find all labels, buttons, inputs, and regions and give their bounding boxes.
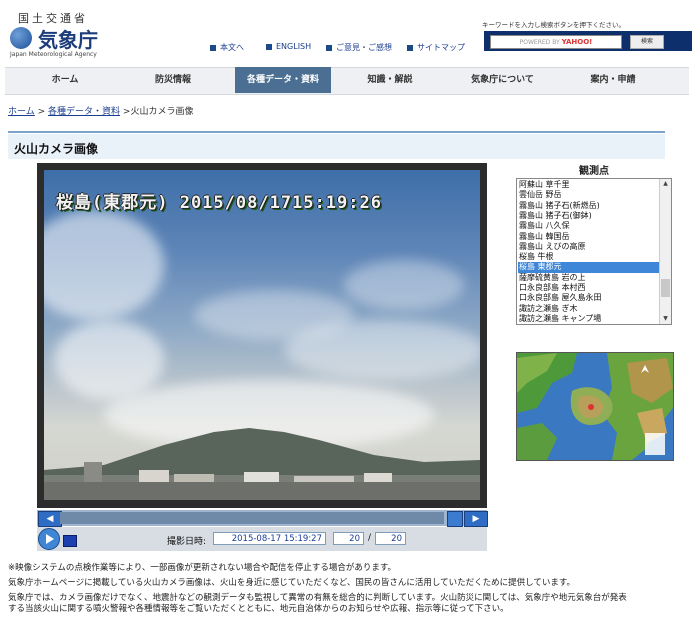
volcano-camera-image bbox=[44, 170, 480, 500]
station-listbox[interactable]: 阿蘇山 草千里 雲仙岳 野岳 霧島山 猪子石(新燃岳) 霧島山 猪子石(御鉢) … bbox=[516, 178, 672, 325]
station-option[interactable]: 霧島山 えびの高原 bbox=[518, 242, 660, 252]
station-option[interactable]: 口永良部島 屋久島永田 bbox=[518, 293, 660, 303]
search-button[interactable]: 検索 bbox=[630, 35, 664, 49]
frame-number-field[interactable]: 20 bbox=[333, 532, 364, 545]
title-divider bbox=[8, 131, 665, 133]
station-option[interactable]: 諏訪之瀬島 ぎ木 bbox=[518, 304, 660, 314]
breadcrumb: ホーム > 各種データ・資料 >火山カメラ画像 bbox=[8, 107, 194, 117]
link-english[interactable]: ENGLISH bbox=[266, 42, 311, 51]
station-option[interactable]: 霧島山 韓国岳 bbox=[518, 232, 660, 242]
slider-handle[interactable] bbox=[447, 511, 463, 527]
link-main-content[interactable]: 本文へ bbox=[210, 42, 244, 53]
bullet-icon bbox=[407, 44, 413, 51]
scroll-up-icon[interactable]: ▲ bbox=[661, 179, 670, 189]
jma-logo-icon bbox=[10, 27, 32, 49]
agency-logo-text[interactable]: 気象庁 bbox=[38, 24, 98, 53]
station-option[interactable]: 雲仙岳 野岳 bbox=[518, 190, 660, 200]
link-sitemap[interactable]: サイトマップ bbox=[407, 42, 465, 53]
station-option[interactable]: 諏訪之瀬島 キャンプ場 bbox=[518, 314, 660, 324]
notice-purpose: 気象庁ホームページに掲載している火山カメラ画像は、火山を身近に感じていただくなど… bbox=[8, 578, 576, 588]
nav-about[interactable]: 気象庁について bbox=[450, 67, 555, 93]
search-hint: キーワードを入力し検索ボタンを押下ください。 bbox=[482, 21, 625, 29]
camera-timestamp-overlay: 桜島(東郡元) 2015/08/1715:19:26 bbox=[56, 193, 382, 213]
volcano-silhouette bbox=[44, 428, 480, 500]
scroll-thumb[interactable] bbox=[661, 279, 670, 297]
station-option[interactable]: 阿蘇山 草千里 bbox=[518, 180, 660, 190]
nav-home[interactable]: ホーム bbox=[20, 67, 110, 93]
play-icon[interactable] bbox=[38, 528, 60, 550]
shot-datetime-field: 2015-08-17 15:19:27 bbox=[213, 532, 326, 545]
timeline-slider[interactable] bbox=[60, 512, 444, 524]
frame-total-field: 20 bbox=[375, 532, 406, 545]
stop-icon[interactable] bbox=[63, 535, 77, 547]
notice-disaster-info: する当該火山に関する噴火警報や各種情報等をご覧いただくとともに、地元自治体からの… bbox=[8, 604, 509, 614]
breadcrumb-data[interactable]: 各種データ・資料 bbox=[48, 107, 120, 117]
listbox-scrollbar[interactable]: ▲ ▼ bbox=[659, 179, 671, 324]
frame-separator: / bbox=[368, 533, 372, 543]
station-heading: 観測点 bbox=[579, 166, 609, 177]
title-bar bbox=[8, 134, 665, 159]
station-option[interactable]: 霧島山 猪子石(新燃岳) bbox=[518, 201, 660, 211]
bullet-icon bbox=[326, 44, 332, 51]
station-option[interactable]: 霧島山 猪子石(御鉢) bbox=[518, 211, 660, 221]
shot-datetime-label: 撮影日時: bbox=[167, 537, 207, 547]
bullet-icon bbox=[266, 43, 272, 50]
nav-guide[interactable]: 案内・申請 bbox=[568, 67, 658, 93]
station-option[interactable]: 桜島 牛根 bbox=[518, 252, 660, 262]
notice-maintenance: ※映像システムの点検作業等により、一部画像が更新されない場合や配信を停止する場合… bbox=[8, 563, 397, 573]
forward-button[interactable]: ▶ bbox=[464, 511, 488, 527]
nav-data[interactable]: 各種データ・資料 bbox=[235, 67, 331, 93]
terrain-map bbox=[517, 353, 673, 460]
station-option[interactable]: 霧島山 八久保 bbox=[518, 221, 660, 231]
search-input[interactable]: POWERED BY YAHOO! bbox=[490, 35, 622, 49]
breadcrumb-home[interactable]: ホーム bbox=[8, 107, 35, 117]
agency-english-name: Japan Meteorological Agency bbox=[10, 51, 97, 58]
station-option[interactable]: 口永良部島 本村西 bbox=[518, 283, 660, 293]
yahoo-logo: YAHOO! bbox=[561, 38, 593, 46]
link-feedback[interactable]: ご意見・ご感想 bbox=[326, 42, 392, 53]
nav-disaster-info[interactable]: 防災情報 bbox=[128, 67, 218, 93]
station-option-selected[interactable]: 桜島 東郡元 bbox=[518, 262, 660, 273]
bullet-icon bbox=[210, 44, 216, 51]
page-title: 火山カメラ画像 bbox=[14, 142, 99, 156]
rewind-button[interactable]: ◀ bbox=[38, 511, 62, 527]
station-location-map bbox=[516, 352, 674, 461]
station-option[interactable]: 薩摩硫黄島 岩の上 bbox=[518, 273, 660, 283]
breadcrumb-current: 火山カメラ画像 bbox=[130, 107, 194, 117]
nav-knowledge[interactable]: 知識・解説 bbox=[345, 67, 435, 93]
scroll-down-icon[interactable]: ▼ bbox=[661, 314, 670, 324]
